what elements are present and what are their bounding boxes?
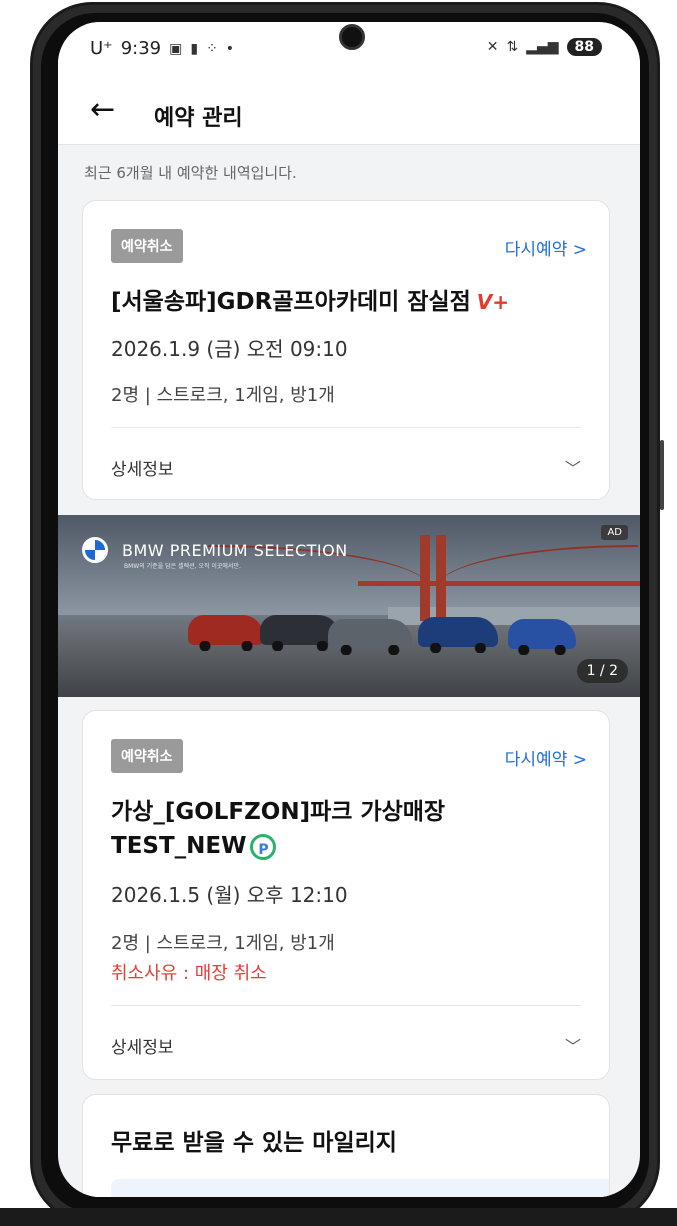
app-grid-icon: ⁘ (206, 40, 218, 57)
app-screen: U⁺ 9:39 ▣ ▮ ⁘ • ✕ ⇅ ▂▄▆ 88 ← 예약 관리 최근 6개… (58, 22, 640, 1197)
reservation-datetime: 2026.1.5 (월) 오후 12:10 (111, 883, 348, 907)
battery-icon: 88 (566, 38, 602, 56)
reservation-period-note: 최근 6개월 내 예약한 내역입니다. (84, 164, 297, 182)
status-badge: 예약취소 (111, 739, 183, 773)
ad-tag: AD (601, 525, 628, 540)
store-name[interactable]: 가상_[GOLFZON]파크 가상매장 TEST_NEW P (111, 795, 581, 863)
app-header: ← 예약 관리 (58, 82, 640, 145)
battery-level: 88 (574, 39, 594, 55)
ad-banner[interactable]: BMW PREMIUM SELECTION BMW의 기준을 담은 셀렉션, 오… (58, 515, 640, 697)
store-name-text: [서울송파]GDR골프아카데미 잠실점 (111, 289, 471, 315)
reservation-details: 2명 | 스트로크, 1게임, 방1개 (111, 385, 335, 406)
clock: 9:39 (120, 38, 162, 59)
car-grey (328, 619, 412, 655)
signal-icon: ▂▄▆ (526, 39, 559, 55)
vplus-badge-icon: V+ (476, 290, 510, 314)
front-camera (339, 24, 365, 50)
chevron-down-icon[interactable]: ﹀ (565, 1033, 581, 1057)
cancel-reason: 취소사유 : 매장 취소 (111, 963, 267, 984)
carrier-label: U⁺ (90, 38, 113, 59)
bottom-bezel (0, 1208, 677, 1226)
status-badge: 예약취소 (111, 229, 183, 263)
status-right: ✕ ⇅ ▂▄▆ 88 (487, 38, 602, 56)
back-arrow-icon[interactable]: ← (90, 92, 115, 127)
bmw-logo-icon (82, 537, 108, 563)
screenshot-icon: ▣ (169, 40, 183, 57)
reservation-datetime: 2026.1.9 (금) 오전 09:10 (111, 337, 348, 361)
ad-page-counter: 1 / 2 (576, 659, 628, 683)
rebook-link[interactable]: 다시예약 > (505, 745, 587, 770)
rebook-link[interactable]: 다시예약 > (505, 235, 587, 260)
dot-icon: • (225, 40, 235, 57)
mute-icon: ✕ (486, 39, 499, 55)
mileage-title: 무료로 받을 수 있는 마일리지 (111, 1130, 397, 1156)
car-blue (418, 617, 498, 653)
reservation-card: 예약취소 다시예약 > 가상_[GOLFZON]파크 가상매장 TEST_NEW… (82, 710, 610, 1080)
5g-icon: ⇅ (506, 39, 519, 55)
card-divider (111, 427, 581, 428)
message-icon: ▮ (190, 40, 199, 57)
phone-side-button (660, 440, 664, 510)
store-name-text: 가상_[GOLFZON]파크 가상매장 TEST_NEW (111, 799, 446, 859)
reservation-details: 2명 | 스트로크, 1게임, 방1개 (111, 933, 335, 954)
card-divider (111, 1005, 581, 1006)
ad-title: BMW PREMIUM SELECTION (122, 541, 348, 560)
p-badge-icon: P (250, 833, 277, 860)
ad-tagline: BMW의 기준을 담은 셀렉션, 오직 이곳에서만. (124, 563, 241, 570)
status-left: U⁺ 9:39 ▣ ▮ ⁘ • (90, 38, 234, 59)
detail-toggle-label[interactable]: 상세정보 (111, 1033, 174, 1058)
detail-toggle-label[interactable]: 상세정보 (111, 455, 174, 480)
mileage-card: 무료로 받을 수 있는 마일리지 (82, 1094, 610, 1197)
chevron-down-icon[interactable]: ﹀ (565, 455, 581, 479)
reservation-card: 예약취소 다시예약 > [서울송파]GDR골프아카데미 잠실점 V+ 2026.1… (82, 200, 610, 500)
car-blue-2 (508, 619, 576, 655)
mileage-content-box (111, 1179, 609, 1197)
store-name[interactable]: [서울송파]GDR골프아카데미 잠실점 V+ (111, 285, 581, 319)
page-title: 예약 관리 (154, 106, 243, 131)
car-red (188, 615, 264, 651)
